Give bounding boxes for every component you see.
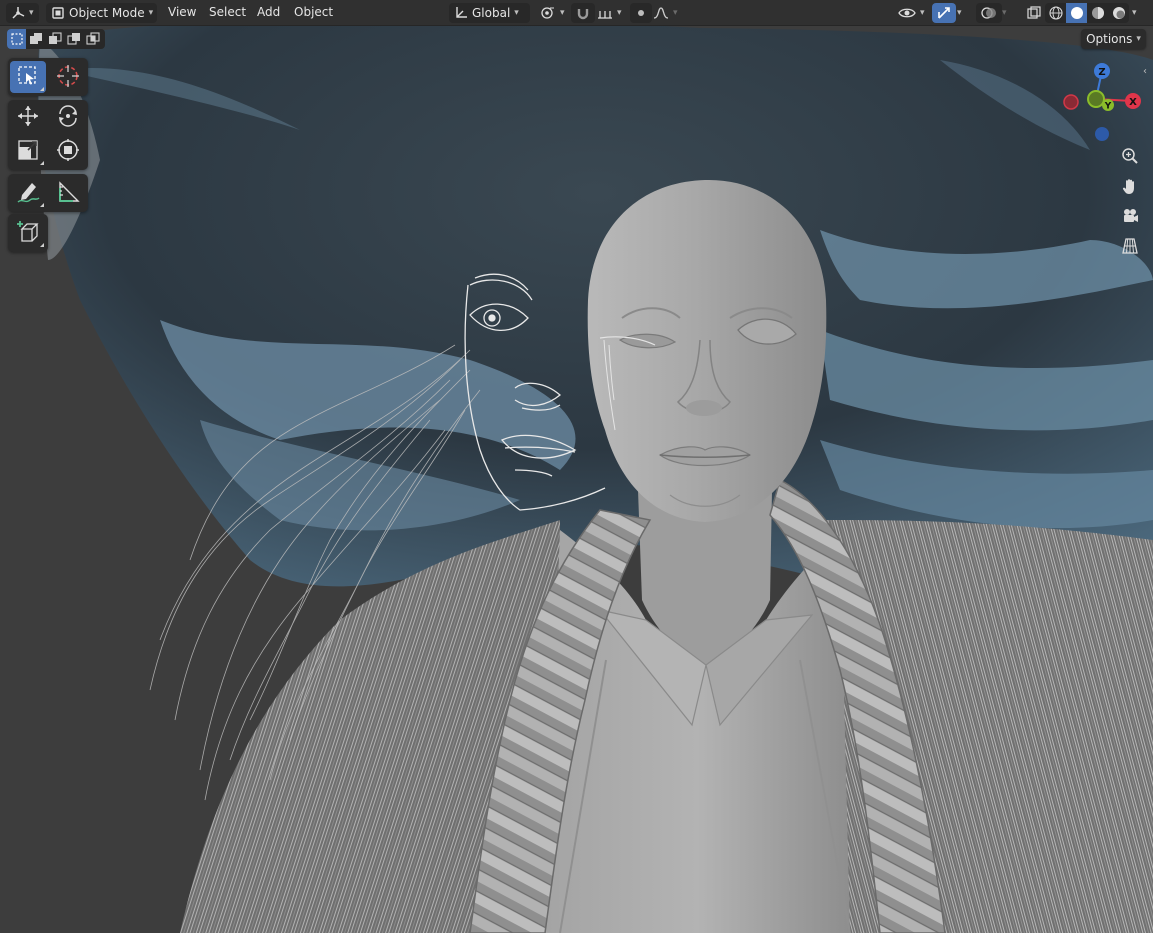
y-axis-label: Y [1104,102,1112,112]
annotate-tool[interactable] [10,177,46,209]
view3d-icon [11,6,25,20]
neg-z-axis[interactable] [1095,127,1109,141]
scale-icon [17,139,39,164]
overlay-dropdown[interactable]: ▾ [997,3,1012,23]
xray-toggle[interactable] [1022,3,1046,23]
z-axis-label: Z [1098,67,1105,78]
zoom-icon [1121,147,1139,168]
solid-icon[interactable] [1066,3,1087,23]
gizmo-dropdown[interactable]: ▾ [952,3,967,23]
measure-icon [56,180,80,207]
chevron-down-icon: ▾ [1002,8,1007,18]
camera-icon [1121,207,1139,228]
magnet-icon [576,6,590,20]
zoom-button[interactable] [1118,145,1142,169]
chevron-down-icon: ▾ [148,8,154,18]
eye-icon [898,6,916,20]
shading-mode-group [1045,3,1129,23]
options-dropdown[interactable]: Options ▾ [1081,29,1146,49]
rotate-tool[interactable] [50,101,86,133]
cursor-tool[interactable] [50,61,86,93]
camera-view-button[interactable] [1118,205,1142,229]
rendered-icon[interactable] [1108,3,1129,23]
editor-type-button[interactable]: ▾ [6,3,39,23]
proportional-edit-icon [635,6,647,20]
transform-icon [56,138,80,165]
select-intersect-icon[interactable] [83,29,102,49]
pivot-median-icon [540,6,556,20]
add-cube-tool[interactable] [10,217,46,249]
select-new-icon[interactable] [7,29,26,49]
select-box-tool[interactable] [10,61,46,93]
menu-object[interactable]: Object [294,5,333,19]
chevron-down-icon: ▾ [957,8,962,18]
navigation-gizmo[interactable]: Z Y X [1058,58,1148,148]
mode-dropdown[interactable]: Object Mode ▾ [46,3,157,23]
proportional-falloff-dropdown[interactable]: ▾ [648,3,683,23]
options-label: Options [1086,32,1133,46]
select-mode-group [7,29,105,49]
overlay-icon [981,6,997,20]
sidebar-toggle-icon[interactable]: ‹ [1143,66,1147,77]
chevron-down-icon: ▾ [1136,34,1141,44]
chevron-down-icon: ▾ [920,8,925,18]
measure-tool[interactable] [50,177,86,209]
ortho-toggle-button[interactable] [1118,235,1142,259]
tool-group-add [8,214,48,252]
viewport-scene [0,26,1153,933]
pan-hand-icon [1121,177,1139,198]
snap-increment-icon [597,6,613,20]
orientation-label: Global [472,6,511,20]
head [587,179,827,522]
orientation-global-icon [454,6,468,20]
3d-viewport[interactable] [0,26,1153,933]
tool-group-transform [8,100,88,170]
visibility-dropdown[interactable]: ▾ [893,3,930,23]
snap-target-dropdown[interactable]: ▾ [592,3,627,23]
pivot-point-dropdown[interactable]: ▾ [535,3,570,23]
chevron-down-icon: ▾ [673,8,678,18]
wireframe-icon[interactable] [1045,3,1066,23]
select-subtract-icon[interactable] [45,29,64,49]
select-invert-icon[interactable] [64,29,83,49]
xray-icon [1027,6,1041,20]
chevron-down-icon: ▾ [560,8,565,18]
material-preview-icon[interactable] [1087,3,1108,23]
transform-tool[interactable] [50,135,86,167]
mode-label: Object Mode [69,6,145,20]
tool-group-annotate [8,174,88,212]
chevron-down-icon: ▾ [1132,8,1137,18]
transform-orientation-dropdown[interactable]: Global ▾ [449,3,530,23]
pan-button[interactable] [1118,175,1142,199]
annotate-icon [16,180,40,207]
menu-select[interactable]: Select [209,5,246,19]
menu-view[interactable]: View [168,5,196,19]
shading-dropdown[interactable]: ▾ [1127,3,1142,23]
select-box-icon [17,65,39,90]
cursor-icon [56,64,80,91]
scale-tool[interactable] [10,135,46,167]
menu-add[interactable]: Add [257,5,280,19]
chevron-down-icon: ▾ [514,8,519,18]
neg-y-axis[interactable] [1087,90,1105,108]
object-mode-icon [51,6,65,20]
chevron-down-icon: ▾ [617,8,622,18]
move-icon [16,104,40,131]
move-tool[interactable] [10,101,46,133]
neg-x-axis[interactable] [1063,94,1079,110]
x-axis-label: X [1129,97,1137,108]
select-extend-icon[interactable] [26,29,45,49]
gizmo-icon [937,6,951,20]
chevron-down-icon: ▾ [29,8,34,18]
falloff-smooth-icon [653,6,669,20]
rotate-icon [56,104,80,131]
add-cube-icon [16,220,40,247]
tool-group-select [8,58,88,96]
viewport-header: ▾ Object Mode ▾ View Select Add Object G… [0,0,1153,26]
ortho-grid-icon [1121,237,1139,258]
